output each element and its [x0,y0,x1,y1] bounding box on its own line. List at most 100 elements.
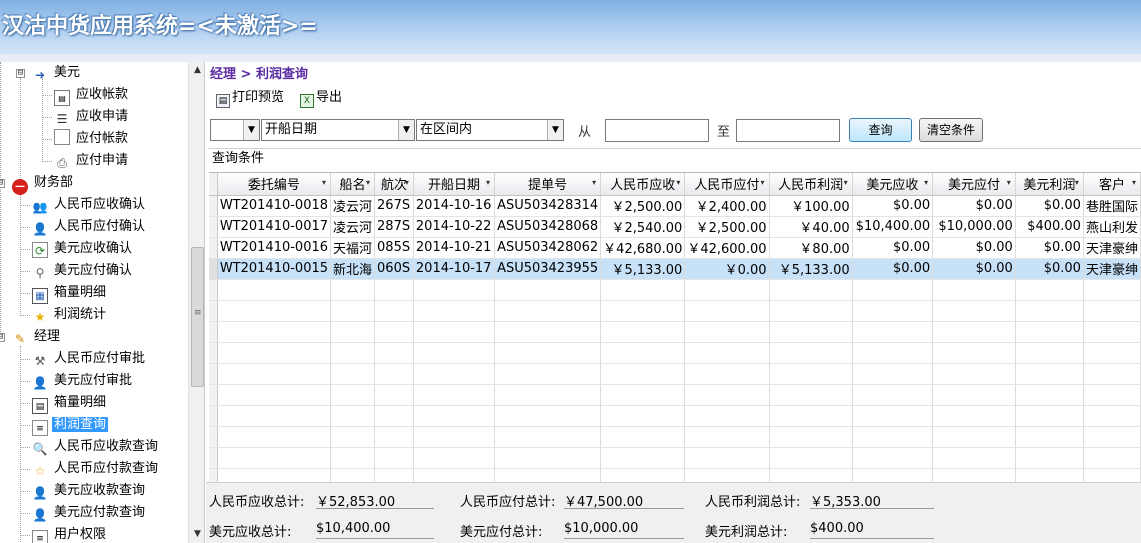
table-cell[interactable] [852,300,934,322]
table-row[interactable] [209,363,1141,385]
table-row[interactable] [209,321,1141,343]
table-row[interactable] [209,384,1141,406]
table-cell[interactable]: 2014-10-22 [413,216,496,238]
table-cell[interactable] [413,426,496,448]
tree-node-finance[interactable]: — 财务部 [12,172,75,195]
table-cell[interactable]: 2014-10-17 [413,258,496,280]
tree-node-payable-request[interactable]: ⎙ 应付申请 [54,150,130,172]
table-cell[interactable] [494,447,602,469]
column-header[interactable]: 美元应付 ▾ [932,173,1016,196]
table-cell[interactable] [217,279,332,301]
table-cell[interactable] [600,426,686,448]
table-cell[interactable]: $0.00 [1015,258,1084,280]
row-header[interactable] [209,300,218,322]
table-cell[interactable] [684,279,770,301]
scroll-down-button[interactable]: ▼ [189,526,204,543]
column-header[interactable]: 美元应收 ▾ [852,173,934,196]
table-cell[interactable] [413,321,496,343]
table-cell[interactable] [413,468,496,482]
table-cell[interactable] [494,279,602,301]
column-header[interactable]: 航次 ▾ [374,173,414,196]
table-cell[interactable]: ￥80.00 [769,237,853,259]
table-cell[interactable] [374,300,414,322]
tree-node-usd-receivable-confirm[interactable]: ⟳ 美元应收确认 [32,238,134,260]
table-cell[interactable]: ASU503423955 [494,258,602,280]
table-cell[interactable] [852,405,934,427]
tree-node-user-permissions[interactable]: ≡ 用户权限 [32,524,108,543]
column-header[interactable]: 美元利润 ▾ [1015,173,1084,196]
table-cell[interactable] [684,321,770,343]
table-cell[interactable] [600,321,686,343]
tree-node-rmb-receivable-query[interactable]: 🔍 人民币应收款查询 [32,436,160,458]
tree-node-rmb-payable-query[interactable]: ☆ 人民币应付款查询 [32,458,160,480]
table-cell[interactable] [852,321,934,343]
table-cell[interactable]: 267S [374,195,414,217]
table-cell[interactable] [852,384,934,406]
table-cell[interactable]: $0.00 [1015,237,1084,259]
table-cell[interactable] [1083,342,1141,364]
row-header[interactable] [209,237,218,259]
table-cell[interactable] [1083,447,1141,469]
table-cell[interactable] [374,384,414,406]
row-header[interactable] [209,279,218,301]
table-cell[interactable] [330,321,376,343]
chevron-down-icon[interactable]: ▼ [398,120,414,140]
table-cell[interactable] [217,384,332,406]
table-cell[interactable]: $0.00 [932,237,1016,259]
table-cell[interactable] [494,468,602,482]
table-cell[interactable]: $0.00 [852,237,934,259]
filter-arrow-icon[interactable]: ▾ [1132,178,1136,187]
table-cell[interactable] [684,426,770,448]
table-cell[interactable] [1083,405,1141,427]
table-cell[interactable]: ASU503428068 [494,216,602,238]
row-header[interactable] [209,342,218,364]
table-cell[interactable]: ￥42,680.00 [600,237,686,259]
collapse-toggle[interactable]: ⊟ [16,69,25,78]
table-cell[interactable] [684,300,770,322]
table-cell[interactable] [769,363,853,385]
table-cell[interactable] [217,363,332,385]
tree-node-rmb-receivable-confirm[interactable]: 👥 人民币应收确认 [32,194,147,216]
table-cell[interactable] [1083,363,1141,385]
table-cell[interactable] [413,279,496,301]
chevron-down-icon[interactable]: ▼ [243,120,259,140]
table-cell[interactable] [932,321,1016,343]
table-cell[interactable] [852,447,934,469]
table-cell[interactable]: $0.00 [932,195,1016,217]
table-cell[interactable]: WT201410-0018 [217,195,332,217]
table-cell[interactable]: ￥42,600.00 [684,237,770,259]
tree-node-payable-account[interactable]: 应付帐款 [54,128,130,150]
table-cell[interactable] [330,279,376,301]
table-cell[interactable] [932,447,1016,469]
table-cell[interactable] [1083,468,1141,482]
tree-node-container-detail-2[interactable]: ▤ 箱量明细 [32,392,108,414]
print-preview-button[interactable]: ▤ 打印预览 [216,88,284,108]
table-cell[interactable]: WT201410-0017 [217,216,332,238]
tree-node-usd-payable-approval[interactable]: 👤 美元应付审批 [32,370,134,392]
table-cell[interactable] [217,447,332,469]
table-cell[interactable] [217,300,332,322]
filter-arrow-icon[interactable]: ▾ [592,178,596,187]
table-cell[interactable] [217,342,332,364]
table-cell[interactable]: 085S [374,237,414,259]
column-header[interactable]: 人民币应付 ▾ [684,173,770,196]
table-cell[interactable] [217,321,332,343]
column-header[interactable]: 开船日期 ▾ [413,173,496,196]
table-cell[interactable]: $0.00 [852,195,934,217]
table-cell[interactable] [217,426,332,448]
filter-arrow-icon[interactable]: ▾ [924,178,928,187]
filter-arrow-icon[interactable]: ▾ [366,178,370,187]
filter-arrow-icon[interactable]: ▾ [486,178,490,187]
table-cell[interactable] [374,426,414,448]
column-header[interactable]: 人民币应收 ▾ [600,173,686,196]
table-row[interactable]: WT201410-0016 天福河 085S 2014-10-21 ASU5034280… [209,237,1141,259]
table-cell[interactable] [684,342,770,364]
query-button[interactable]: 查询 [849,118,912,142]
column-header[interactable]: 人民币利润 ▾ [769,173,853,196]
operator-select[interactable]: 在区间内 ▼ [416,119,564,141]
row-header[interactable] [209,258,218,280]
table-cell[interactable] [932,300,1016,322]
chevron-down-icon[interactable]: ▼ [547,120,563,140]
filter-arrow-icon[interactable]: ▾ [844,178,848,187]
table-cell[interactable] [600,300,686,322]
